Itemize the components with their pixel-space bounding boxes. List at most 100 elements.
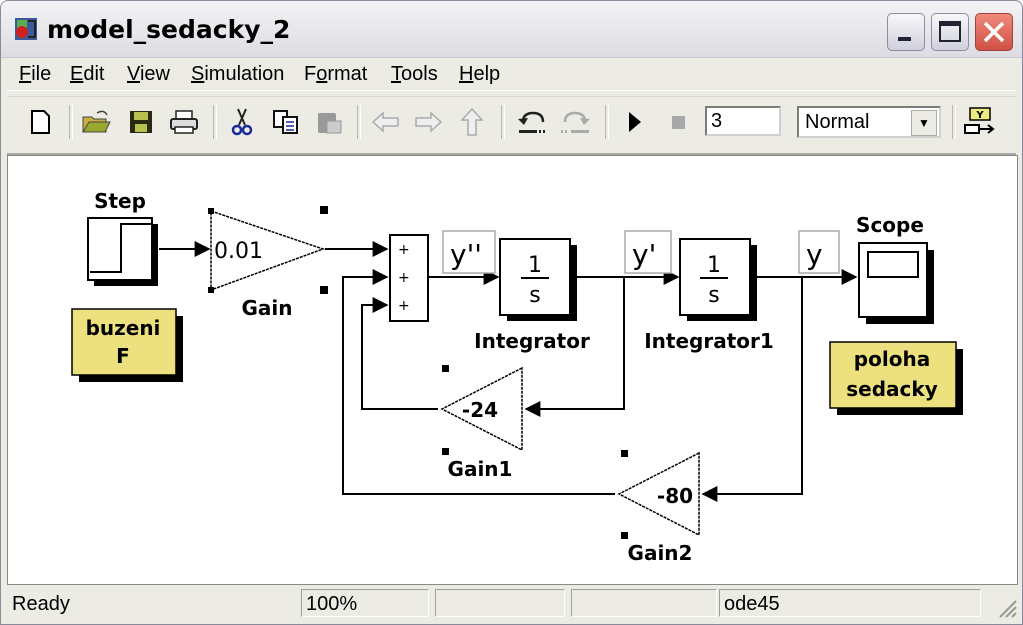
menu-mnemonic: H: [459, 63, 474, 85]
menu-edit[interactable]: Edit: [70, 63, 104, 86]
copy-button[interactable]: [269, 105, 303, 139]
toolbar-separator: [213, 105, 217, 139]
resize-grip-icon[interactable]: [996, 597, 1018, 619]
annotation-line: poloha: [854, 347, 930, 371]
annotation-poloha[interactable]: poloha sedacky: [829, 341, 963, 415]
forward-button[interactable]: [411, 105, 445, 139]
integrator-denominator: s: [529, 283, 540, 308]
menu-help[interactable]: Help: [459, 63, 500, 86]
menu-bar: File Edit View Simulation Format Tools H…: [7, 58, 1016, 91]
start-simulation-button[interactable]: [617, 105, 651, 139]
menu-label-rest: imulation: [204, 63, 285, 85]
library-browser-icon: Y: [964, 107, 995, 134]
gain2-value: -80: [657, 484, 693, 508]
integrator1-numerator: 1: [707, 253, 721, 278]
paste-button[interactable]: [312, 105, 346, 139]
copy-icon: [273, 110, 298, 134]
gain1-block[interactable]: -24 Gain1: [440, 365, 523, 481]
open-button[interactable]: [79, 105, 113, 139]
cut-icon: [231, 108, 253, 136]
open-icon: [82, 110, 111, 133]
maximize-button[interactable]: [931, 13, 969, 51]
cut-button[interactable]: [225, 105, 259, 139]
annotation-line: buzeni: [86, 316, 161, 340]
menu-mnemonic: E: [70, 63, 84, 85]
status-text: Ready: [12, 593, 70, 615]
up-button[interactable]: [455, 105, 489, 139]
new-icon: [31, 110, 50, 134]
menu-tools[interactable]: Tools: [391, 63, 438, 86]
back-button[interactable]: [369, 105, 403, 139]
menu-mnemonic: S: [191, 63, 205, 85]
integrator1-label: Integrator1: [644, 329, 774, 353]
annotation-buzeni[interactable]: buzeni F: [71, 308, 183, 382]
library-browser-button[interactable]: Y: [962, 105, 996, 139]
menu-label-rest: ile: [31, 63, 52, 85]
undo-button[interactable]: [515, 105, 549, 139]
save-icon: [130, 111, 152, 133]
status-bar: Ready 100% ode45: [1, 585, 1022, 623]
status-panel-3: [435, 589, 565, 617]
close-button[interactable]: [975, 13, 1013, 51]
gain2-label: Gain2: [628, 541, 693, 565]
start-simulation-icon: [629, 112, 641, 132]
gain1-value: -24: [462, 398, 498, 422]
block-diagram: Step 0.01 Gain + + + y'' 1 s Integrator …: [71, 189, 963, 565]
solver-name: ode45: [719, 589, 981, 617]
maximize-icon: [939, 21, 961, 42]
integrator1-denominator: s: [708, 283, 719, 308]
toolbar-separator: [605, 105, 609, 139]
toolbar-separator: [952, 105, 956, 139]
menu-label-rest: elp: [473, 63, 501, 85]
menu-mnemonic: T: [391, 63, 401, 85]
redo-button[interactable]: [559, 105, 593, 139]
integrator-label: Integrator: [474, 329, 590, 353]
simulink-model-icon: [15, 18, 37, 40]
menu-label-rest: dit: [83, 63, 105, 85]
menu-format[interactable]: Format: [304, 63, 367, 86]
menu-view[interactable]: View: [127, 63, 170, 86]
scope-label: Scope: [856, 213, 924, 237]
simulation-mode-value: Normal: [805, 111, 870, 133]
model-canvas[interactable]: Step 0.01 Gain + + + y'' 1 s Integrator …: [7, 155, 1018, 585]
signal-label-yd: y': [632, 238, 656, 271]
window-title: model_sedacky_2: [47, 15, 291, 44]
stop-simulation-button[interactable]: [661, 105, 695, 139]
gain-block[interactable]: 0.01 Gain: [208, 206, 328, 320]
minimize-button[interactable]: [887, 13, 925, 51]
menu-file[interactable]: File: [19, 63, 51, 86]
print-button[interactable]: [167, 105, 201, 139]
scope-block[interactable]: Scope: [856, 213, 934, 324]
up-icon: [460, 107, 484, 136]
chevron-down-icon[interactable]: ▼: [911, 110, 937, 136]
signal-label-ydd: y'': [450, 238, 482, 271]
menu-mnemonic: V: [127, 63, 140, 85]
toolbar-separator: [69, 105, 73, 139]
gain2-block[interactable]: -80 Gain2: [617, 450, 700, 565]
menu-simulation[interactable]: Simulation: [191, 63, 284, 86]
simulation-mode-select[interactable]: Normal ▼: [797, 106, 941, 138]
sum-block[interactable]: + + +: [389, 234, 429, 322]
print-icon: [170, 110, 198, 134]
zoom-level: 100%: [301, 589, 429, 617]
forward-icon: [415, 111, 443, 133]
stop-simulation-icon: [672, 116, 685, 129]
menu-mnemonic: o: [316, 63, 328, 85]
back-icon: [371, 111, 399, 133]
integrator-numerator: 1: [528, 253, 542, 278]
redo-icon: [561, 111, 590, 133]
sum-sign: +: [398, 298, 410, 314]
status-panel-4: [571, 589, 717, 617]
menu-label-rest: rmat: [327, 63, 368, 85]
stop-time-input[interactable]: 3: [705, 106, 781, 136]
undo-icon: [518, 111, 547, 133]
svg-text:Y: Y: [975, 110, 984, 121]
menu-label-rest: iew: [139, 63, 170, 85]
model-window: model_sedacky_2 File Edit View Simulatio…: [0, 0, 1023, 625]
sum-sign: +: [398, 270, 410, 286]
title-bar[interactable]: model_sedacky_2: [1, 1, 1022, 58]
menu-mnemonic: F: [19, 63, 32, 85]
step-block[interactable]: Step: [87, 189, 158, 286]
save-button[interactable]: [124, 105, 158, 139]
new-button[interactable]: [23, 105, 57, 139]
